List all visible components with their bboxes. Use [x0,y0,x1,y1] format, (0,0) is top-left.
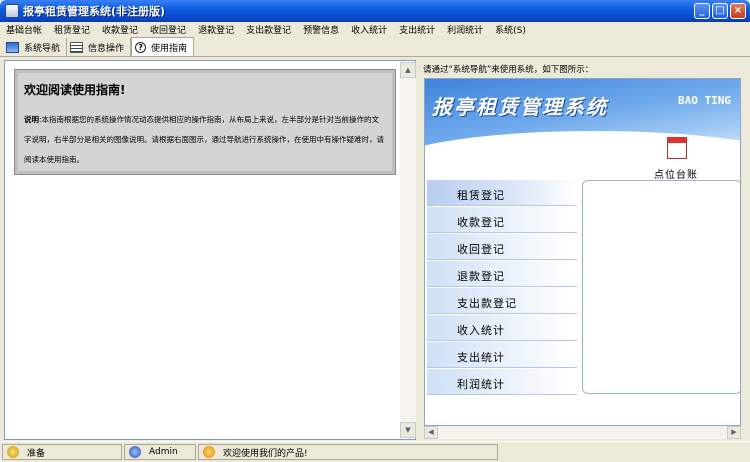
preview-nav-item: 收回登记 [427,234,577,260]
guide-box: 欢迎阅读使用指南! 说明:本指南根据您的系统操作情况动态提供相应的操作指南，从布… [14,69,396,175]
preview-calendar-label: 点位台账 [654,170,698,181]
menu-income-stats[interactable]: 收入统计 [345,23,393,36]
status-user: Admin [149,447,178,457]
user-icon [129,446,141,458]
menu-bar: 基础台帐 租赁登记 收款登记 收回登记 退款登记 支出款登记 预警信息 收入统计… [0,22,750,37]
preview-nav-item: 利润统计 [427,369,577,395]
menu-profit-stats[interactable]: 利润统计 [441,23,489,36]
status-user-panel: Admin [124,444,196,460]
guide-label: 说明 [24,115,39,124]
menu-expense-register[interactable]: 支出款登记 [240,23,297,36]
status-welcome: 欢迎使用我们的产品! [223,448,308,459]
menu-refund-register[interactable]: 退款登记 [192,23,240,36]
preview-nav-item: 支出统计 [427,342,577,368]
preview-nav-menu: 租赁登记 收款登记 收回登记 退款登记 支出款登记 收入统计 支出统计 利润统计 [427,180,577,396]
guide-title: 欢迎阅读使用指南! [24,83,126,97]
preview-nav-item: 支出款登记 [427,288,577,314]
info-list-icon [70,41,84,53]
preview-nav-item: 租赁登记 [427,180,577,206]
preview-banner-title: 报亭租赁管理系统 [432,95,608,119]
scroll-down-button[interactable]: ▼ [400,422,416,438]
maximize-button[interactable]: □ [712,3,728,19]
preview-content-box [582,180,740,394]
nav-window-icon [6,41,19,53]
preview-nav-item: 收入统计 [427,315,577,341]
right-caption: 请通过“系统导航”来使用系统，如下图所示： [423,65,594,75]
menu-expense-stats[interactable]: 支出统计 [393,23,441,36]
minimize-button[interactable]: _ [694,3,710,19]
scroll-up-button[interactable]: ▲ [400,62,416,78]
app-icon [5,4,19,18]
calendar-icon [667,137,687,159]
menu-basic-ledger[interactable]: 基础台帐 [0,23,48,36]
preview-nav-item: 收款登记 [427,207,577,233]
status-bar: 准备 Admin 欢迎使用我们的产品! [0,441,750,462]
menu-system[interactable]: 系统(S) [489,23,532,36]
tab-info-ops[interactable]: 信息操作 [67,38,132,56]
tab-label: 系统导航 [24,43,61,54]
status-welcome-panel: 欢迎使用我们的产品! [198,444,498,460]
status-ready: 准备 [27,448,46,459]
menu-rental-register[interactable]: 租赁登记 [48,23,96,36]
title-bar: 报亭租赁管理系统(非注册版) _ □ × [0,0,750,22]
tab-bar: 系统导航 信息操作 ? 使用指南 [0,37,750,57]
close-button[interactable]: × [730,3,746,19]
menu-warning-info[interactable]: 预警信息 [297,23,345,36]
right-horizontal-scrollbar[interactable]: ◀ ▶ [424,426,741,439]
tab-label: 信息操作 [88,43,125,54]
scroll-left-button[interactable]: ◀ [424,426,438,439]
tab-user-guide[interactable]: ? 使用指南 [131,37,195,56]
menu-recall-register[interactable]: 收回登记 [144,23,192,36]
preview-banner: 报亭租赁管理系统 BAO TING [425,79,740,201]
help-icon: ? [135,41,147,53]
left-vertical-scrollbar[interactable]: ▲ ▼ [400,62,416,438]
preview-banner-en: BAO TING [678,94,731,107]
preview-nav-item: 退款登记 [427,261,577,287]
ready-icon [7,446,19,458]
guide-text: :本指南根据您的系统操作情况动态提供相应的操作指南，从布局上来说，左半部分是针对… [24,115,384,164]
window-title: 报亭租赁管理系统(非注册版) [23,5,166,18]
preview-screenshot: 报亭租赁管理系统 BAO TING 点位台账 租赁登记 收款登记 收回登记 退款… [424,78,741,426]
guide-body: 说明:本指南根据您的系统操作情况动态提供相应的操作指南，从布局上来说，左半部分是… [24,110,386,170]
tab-label: 使用指南 [151,43,188,54]
welcome-icon [203,446,215,458]
status-ready-panel: 准备 [2,444,122,460]
tab-system-nav[interactable]: 系统导航 [3,38,68,56]
menu-payment-register[interactable]: 收款登记 [96,23,144,36]
scroll-right-button[interactable]: ▶ [727,426,741,439]
